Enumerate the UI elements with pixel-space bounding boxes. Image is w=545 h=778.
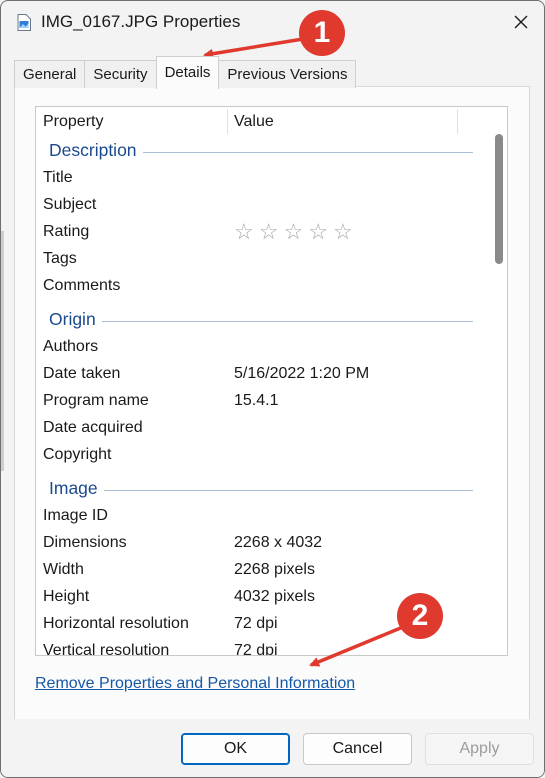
list-item[interactable]: Dimensions 2268 x 4032 — [36, 530, 486, 557]
property-name: Tags — [43, 250, 77, 267]
property-name: Rating — [43, 223, 90, 240]
dialog-footer: OK Cancel Apply — [1, 719, 544, 777]
group-label: Description — [49, 140, 143, 161]
group-label: Origin — [49, 309, 102, 330]
list-item[interactable]: Image ID — [36, 503, 486, 530]
annotation-badge-1: 1 — [299, 10, 345, 56]
remove-properties-link[interactable]: Remove Properties and Personal Informati… — [35, 675, 355, 693]
property-name: Height — [43, 588, 90, 605]
tab-general[interactable]: General — [14, 60, 86, 88]
property-value[interactable]: 72 dpi — [234, 615, 278, 633]
list-item[interactable]: Date acquired — [36, 415, 486, 442]
apply-button[interactable]: Apply — [425, 733, 534, 765]
list-item[interactable]: Tags — [36, 246, 486, 273]
image-file-icon — [17, 14, 31, 31]
property-name: Vertical resolution — [43, 642, 170, 656]
column-header-property[interactable]: Property — [43, 113, 103, 131]
list-item[interactable]: Rating ☆ ☆ ☆ ☆ ☆ — [36, 219, 486, 246]
star-icon[interactable]: ☆ — [259, 219, 279, 245]
property-name: Subject — [43, 196, 97, 213]
properties-dialog: IMG_0167.JPG Properties General Security… — [0, 0, 545, 778]
list-item[interactable]: Date taken 5/16/2022 1:20 PM — [36, 361, 486, 388]
list-item[interactable]: Authors — [36, 334, 486, 361]
annotation-badge-2: 2 — [397, 593, 443, 639]
property-value[interactable]: 2268 pixels — [234, 561, 315, 579]
property-name: Comments — [43, 277, 121, 294]
property-name: Copyright — [43, 446, 112, 463]
property-name: Authors — [43, 338, 99, 355]
property-name: Width — [43, 561, 84, 578]
star-icon[interactable]: ☆ — [308, 219, 328, 245]
list-item[interactable]: Comments — [36, 273, 486, 300]
tab-security[interactable]: Security — [84, 60, 157, 88]
column-divider[interactable] — [457, 109, 458, 134]
property-name: Horizontal resolution — [43, 615, 189, 632]
scrollbar-thumb[interactable] — [495, 134, 503, 264]
close-icon — [514, 15, 528, 29]
close-button[interactable] — [508, 9, 534, 35]
group-divider — [49, 490, 473, 491]
vertical-scrollbar[interactable] — [490, 107, 506, 655]
column-header-value[interactable]: Value — [234, 113, 274, 131]
list-item[interactable]: Copyright — [36, 442, 486, 469]
property-name: Image ID — [43, 507, 108, 524]
group-divider — [49, 321, 473, 322]
property-name: Title — [43, 169, 73, 186]
list-item[interactable]: Title — [36, 165, 486, 192]
tab-strip: General Security Details Previous Versio… — [14, 56, 357, 89]
property-name: Dimensions — [43, 534, 127, 551]
background-strip — [1, 231, 4, 471]
star-icon[interactable]: ☆ — [283, 219, 303, 245]
rating-stars[interactable]: ☆ ☆ ☆ ☆ ☆ — [234, 219, 353, 245]
property-value[interactable]: 4032 pixels — [234, 588, 315, 606]
property-value[interactable]: 72 dpi — [234, 642, 278, 655]
column-header: Property Value — [36, 107, 486, 136]
property-name: Date taken — [43, 365, 121, 382]
title-bar: IMG_0167.JPG Properties — [1, 1, 544, 45]
property-value[interactable]: 2268 x 4032 — [234, 534, 322, 552]
property-name: Date acquired — [43, 419, 143, 436]
cancel-button[interactable]: Cancel — [303, 733, 412, 765]
list-item[interactable]: Program name 15.4.1 — [36, 388, 486, 415]
column-divider[interactable] — [227, 109, 228, 134]
details-property-list[interactable]: Property Value Description Title Subject… — [35, 106, 508, 656]
group-label: Image — [49, 478, 104, 499]
star-icon[interactable]: ☆ — [234, 219, 254, 245]
ok-button[interactable]: OK — [181, 733, 290, 765]
list-item[interactable]: Subject — [36, 192, 486, 219]
list-item[interactable]: Vertical resolution 72 dpi — [36, 638, 486, 656]
property-name: Program name — [43, 392, 149, 409]
tab-previous-versions[interactable]: Previous Versions — [218, 60, 357, 88]
window-title: IMG_0167.JPG Properties — [41, 12, 241, 31]
tab-details[interactable]: Details — [155, 56, 220, 89]
property-value[interactable]: 5/16/2022 1:20 PM — [234, 365, 369, 383]
star-icon[interactable]: ☆ — [333, 219, 353, 245]
property-value[interactable]: 15.4.1 — [234, 392, 278, 410]
list-item[interactable]: Width 2268 pixels — [36, 557, 486, 584]
